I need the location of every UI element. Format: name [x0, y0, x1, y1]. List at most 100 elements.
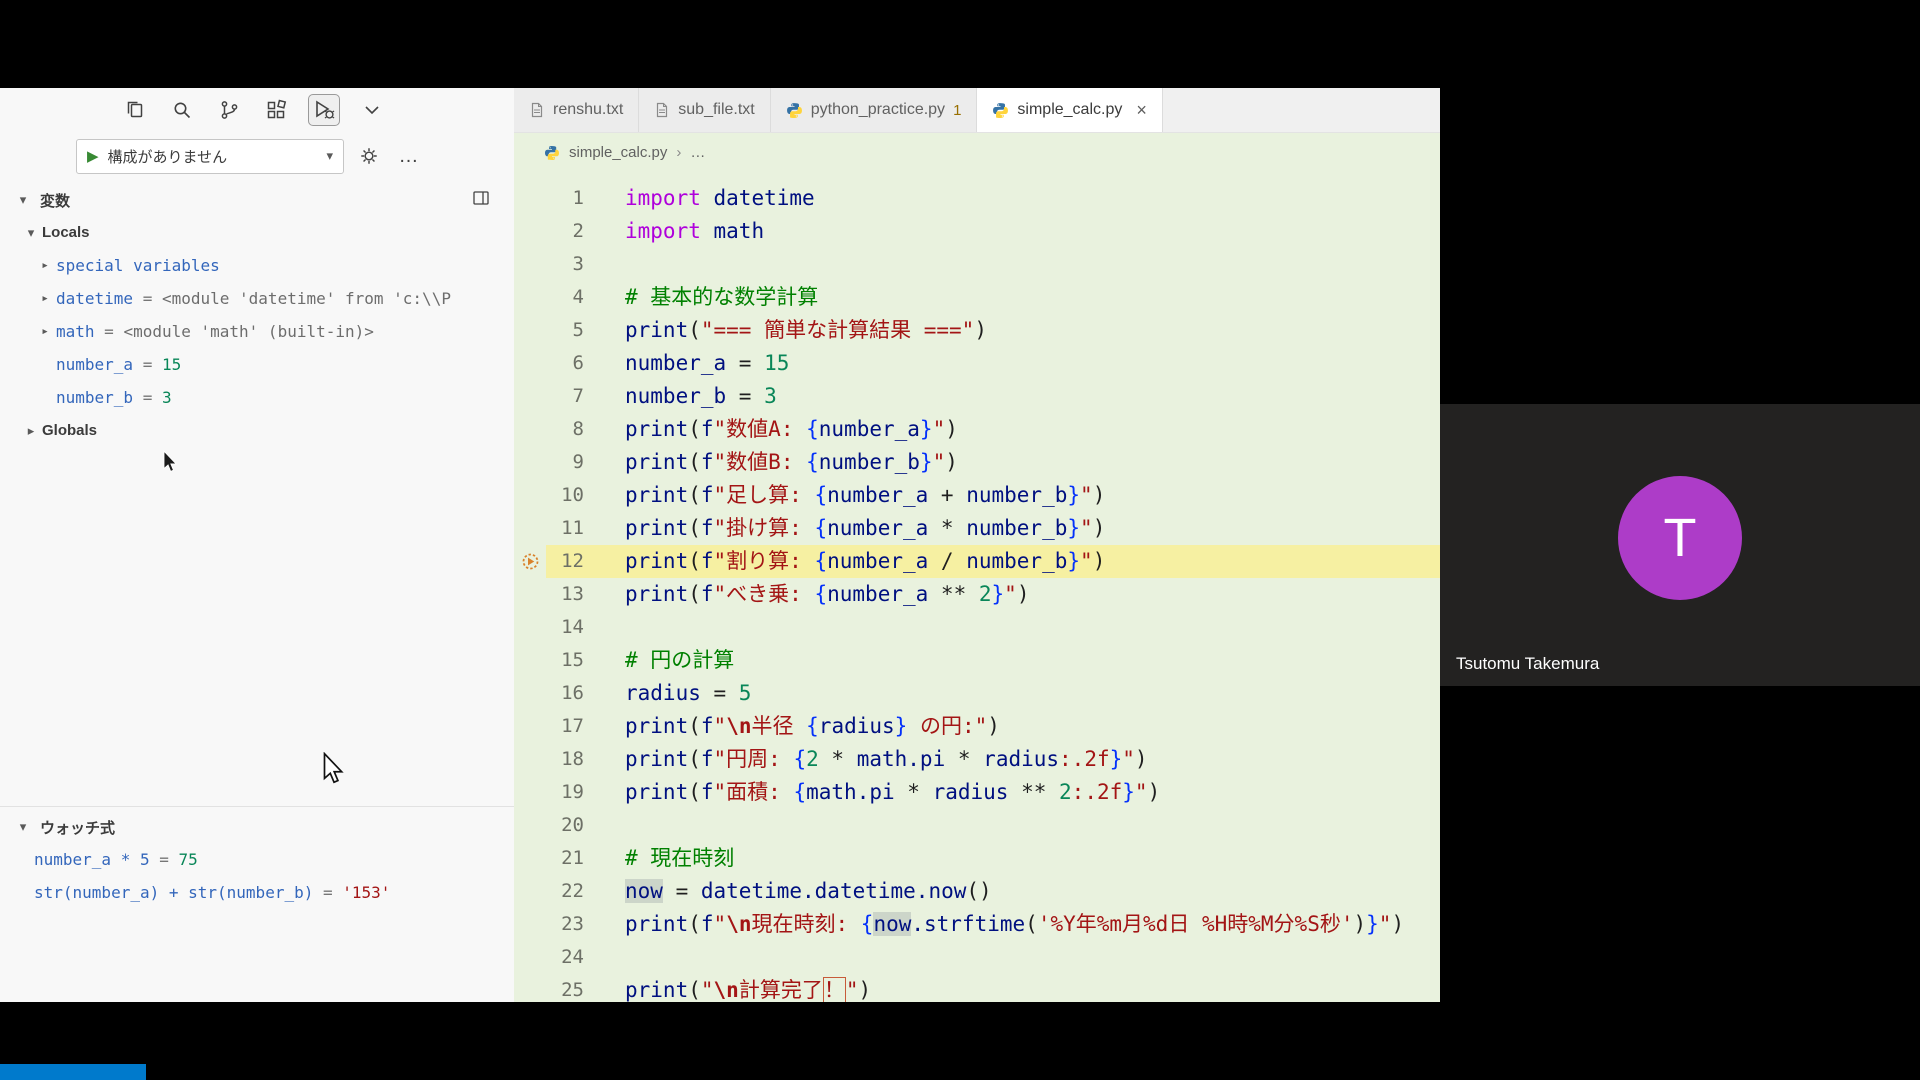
breadcrumb[interactable]: simple_calc.py › … — [514, 133, 1440, 172]
debug-sidebar: ▶ 構成がありません ▾ … ▾ 変数 ▾ Locals — [0, 88, 515, 1002]
code-line[interactable]: 12print(f"割り算: {number_a / number_b}") — [514, 545, 1440, 578]
python-file-icon — [786, 102, 803, 119]
code-line[interactable]: 24 — [514, 941, 1440, 974]
code-line[interactable]: 17print(f"\n半径 {radius} の円:") — [514, 710, 1440, 743]
glyph-margin[interactable] — [514, 974, 546, 1002]
glyph-margin[interactable] — [514, 215, 546, 248]
code-line[interactable]: 23print(f"\n現在時刻: {now.strftime('%Y年%m月%… — [514, 908, 1440, 941]
chevron-right-icon: ▸ — [20, 423, 42, 439]
code-line[interactable]: 4# 基本的な数学計算 — [514, 281, 1440, 314]
glyph-margin[interactable] — [514, 314, 546, 347]
locals-group[interactable]: ▾ Locals — [0, 216, 514, 249]
code-text: print(f"円周: {2 * math.pi * radius:.2f}") — [584, 743, 1440, 776]
code-line[interactable]: 19print(f"面積: {math.pi * radius ** 2:.2f… — [514, 776, 1440, 809]
glyph-margin[interactable] — [514, 479, 546, 512]
variables-section-header[interactable]: ▾ 変数 — [0, 184, 514, 216]
watch-section-header[interactable]: ▾ ウォッチ式 — [0, 811, 514, 843]
tab-renshu.txt[interactable]: renshu.txt — [514, 88, 639, 132]
code-line[interactable]: 15# 円の計算 — [514, 644, 1440, 677]
line-number: 1 — [546, 182, 584, 215]
code-line[interactable]: 10print(f"足し算: {number_a + number_b}") — [514, 479, 1440, 512]
settings-gear-icon[interactable] — [354, 141, 384, 171]
line-number: 12 — [546, 545, 584, 578]
start-debug-icon[interactable]: ▶ — [87, 147, 99, 165]
locals-children: ▸special variables▸datetime = <module 'd… — [0, 249, 514, 414]
tab-sub_file.txt[interactable]: sub_file.txt — [639, 88, 770, 132]
screen-share-view: ▶ 構成がありません ▾ … ▾ 変数 ▾ Locals — [0, 0, 1920, 1080]
watch-expression-row[interactable]: str(number_a) + str(number_b) = '153' — [0, 876, 514, 909]
glyph-margin[interactable] — [514, 941, 546, 974]
variable-row[interactable]: ▸special variables — [0, 249, 514, 282]
code-line[interactable]: 8print(f"数値A: {number_a}") — [514, 413, 1440, 446]
tab-close-icon[interactable]: × — [1136, 101, 1147, 119]
code-text: print(f"\n現在時刻: {now.strftime('%Y年%m月%d日… — [584, 908, 1440, 941]
variable-row[interactable]: ▸datetime = <module 'datetime' from 'c:\… — [0, 282, 514, 315]
code-text — [584, 809, 1440, 842]
glyph-margin[interactable] — [514, 809, 546, 842]
code-line[interactable]: 20 — [514, 809, 1440, 842]
more-actions-icon[interactable]: … — [394, 141, 424, 171]
code-line[interactable]: 9print(f"数値B: {number_b}") — [514, 446, 1440, 479]
code-line[interactable]: 2import math — [514, 215, 1440, 248]
globals-group[interactable]: ▸ Globals — [0, 414, 514, 447]
code-line[interactable]: 13print(f"べき乗: {number_a ** 2}") — [514, 578, 1440, 611]
glyph-margin[interactable] — [514, 182, 546, 215]
code-line[interactable]: 7number_b = 3 — [514, 380, 1440, 413]
glyph-margin[interactable] — [514, 908, 546, 941]
code-line[interactable]: 1import datetime — [514, 182, 1440, 215]
glyph-margin[interactable] — [514, 380, 546, 413]
line-number: 20 — [546, 809, 584, 842]
code-line[interactable]: 21# 現在時刻 — [514, 842, 1440, 875]
status-bar-remote[interactable] — [0, 1064, 146, 1080]
watch-expression-row[interactable]: number_a * 5 = 75 — [0, 843, 514, 876]
code-line[interactable]: 18print(f"円周: {2 * math.pi * radius:.2f}… — [514, 743, 1440, 776]
extensions-icon[interactable] — [261, 95, 291, 125]
breadcrumb-file[interactable]: simple_calc.py — [569, 144, 667, 161]
source-control-icon[interactable] — [214, 95, 244, 125]
explorer-icon[interactable] — [120, 95, 150, 125]
chevron-right-icon: ▸ — [34, 258, 56, 273]
glyph-margin[interactable] — [514, 512, 546, 545]
code-line[interactable]: 5print("=== 簡単な計算結果 ===") — [514, 314, 1440, 347]
debug-config-select[interactable]: ▶ 構成がありません ▾ — [76, 139, 344, 174]
glyph-margin[interactable] — [514, 644, 546, 677]
code-area[interactable]: 1import datetime2import math34# 基本的な数学計算… — [514, 172, 1440, 1002]
variable-row[interactable]: ▸number_b = 3 — [0, 381, 514, 414]
variable-row[interactable]: ▸number_a = 15 — [0, 348, 514, 381]
code-line[interactable]: 3 — [514, 248, 1440, 281]
glyph-margin[interactable] — [514, 413, 546, 446]
chevron-down-icon: ▾ — [12, 819, 34, 835]
variable-row[interactable]: ▸math = <module 'math' (built-in)> — [0, 315, 514, 348]
open-panel-icon[interactable] — [472, 189, 490, 211]
python-file-icon — [992, 102, 1009, 119]
search-icon[interactable] — [167, 95, 197, 125]
glyph-margin[interactable] — [514, 677, 546, 710]
code-text: print(f"数値B: {number_b}") — [584, 446, 1440, 479]
code-line[interactable]: 11print(f"掛け算: {number_a * number_b}") — [514, 512, 1440, 545]
glyph-margin[interactable] — [514, 875, 546, 908]
glyph-margin[interactable] — [514, 446, 546, 479]
tab-simple_calc.py[interactable]: simple_calc.py× — [977, 88, 1162, 132]
more-views-icon[interactable] — [357, 95, 387, 125]
code-text: print(f"足し算: {number_a + number_b}") — [584, 479, 1440, 512]
python-file-icon — [544, 145, 560, 161]
glyph-margin[interactable] — [514, 776, 546, 809]
code-line[interactable]: 16radius = 5 — [514, 677, 1440, 710]
run-and-debug-icon[interactable] — [308, 94, 340, 126]
glyph-margin[interactable] — [514, 347, 546, 380]
breadcrumb-more[interactable]: … — [690, 144, 705, 161]
glyph-margin[interactable] — [514, 743, 546, 776]
code-line[interactable]: 25print("\n計算完了！") — [514, 974, 1440, 1002]
code-text: radius = 5 — [584, 677, 1440, 710]
glyph-margin[interactable] — [514, 710, 546, 743]
code-line[interactable]: 22now = datetime.datetime.now() — [514, 875, 1440, 908]
code-line[interactable]: 14 — [514, 611, 1440, 644]
tab-python_practice.py[interactable]: python_practice.py1 — [771, 88, 978, 132]
glyph-margin[interactable] — [514, 611, 546, 644]
glyph-margin[interactable] — [514, 281, 546, 314]
glyph-margin[interactable] — [514, 842, 546, 875]
glyph-margin[interactable] — [514, 248, 546, 281]
code-line[interactable]: 6number_a = 15 — [514, 347, 1440, 380]
debug-current-line-icon[interactable] — [514, 545, 546, 578]
glyph-margin[interactable] — [514, 578, 546, 611]
